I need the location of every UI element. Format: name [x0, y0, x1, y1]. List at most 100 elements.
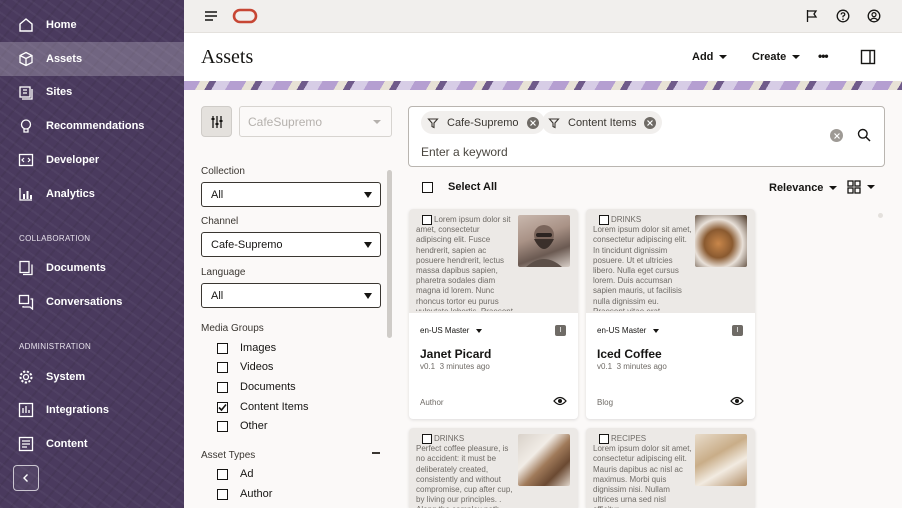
channel-select[interactable]: Cafe-Supremo — [201, 232, 381, 257]
nav-home[interactable]: Home — [0, 8, 184, 42]
card-checkbox[interactable] — [599, 434, 609, 444]
checkbox-label: Videos — [240, 361, 274, 373]
card-excerpt-text: Lorem ipsum dolor sit amet, consectetur … — [416, 215, 513, 311]
card-excerpt-text: Perfect coffee pleasure, is no accident:… — [416, 444, 513, 508]
asset-type-ad[interactable]: Ad — [217, 468, 253, 480]
asset-type-author[interactable]: Author — [217, 488, 272, 500]
status-badge: I — [555, 325, 566, 336]
filter-chip-channel[interactable]: Cafe-Supremo — [421, 111, 545, 134]
nav-assets[interactable]: Assets — [0, 42, 184, 76]
nav-label: Home — [46, 19, 77, 31]
nav-integrations[interactable]: Integrations — [0, 393, 184, 427]
channel-value: Cafe-Supremo — [211, 238, 283, 251]
filter-toggle-button[interactable] — [201, 106, 232, 137]
view-toggle[interactable] — [847, 180, 875, 194]
integrations-icon — [18, 402, 34, 418]
search-icon[interactable] — [857, 128, 871, 145]
asset-card[interactable]: DRINKS Perfect coffee pleasure, is no acc… — [409, 428, 578, 508]
card-checkbox[interactable] — [599, 215, 609, 225]
nav-developer[interactable]: Developer — [0, 143, 184, 177]
card-thumbnail — [695, 215, 747, 267]
card-title[interactable]: Iced Coffee — [597, 347, 662, 361]
repository-value: CafeSupremo — [248, 114, 323, 129]
collection-select[interactable]: All — [201, 182, 381, 207]
checkbox[interactable] — [217, 361, 228, 373]
clear-search-icon[interactable] — [830, 129, 843, 142]
flag-icon[interactable] — [804, 8, 820, 24]
chip-remove-icon[interactable] — [526, 116, 539, 129]
sort-dropdown[interactable]: Relevance — [769, 182, 838, 194]
chip-remove-icon[interactable] — [644, 116, 657, 129]
checkbox[interactable] — [217, 468, 228, 480]
checkbox-label: Ad — [240, 468, 254, 480]
add-button[interactable]: Add — [692, 51, 728, 63]
more-actions-button[interactable]: ••• — [818, 49, 829, 63]
select-all-label: Select All — [448, 181, 498, 193]
hamburger-menu-icon[interactable] — [203, 8, 219, 24]
eye-icon[interactable] — [730, 395, 744, 407]
chevron-down-icon — [373, 120, 381, 124]
document-icon — [18, 260, 34, 276]
filter-scrollbar[interactable] — [387, 170, 392, 338]
eye-icon[interactable] — [553, 395, 567, 407]
create-button[interactable]: Create — [752, 51, 801, 63]
card-time: 3 minutes ago — [439, 362, 490, 371]
nav-label: System — [46, 371, 86, 383]
media-group-images[interactable]: Images — [217, 342, 276, 354]
media-group-content-items[interactable]: Content Items — [217, 401, 308, 413]
nav-content[interactable]: Content — [0, 427, 184, 461]
dropdown-arrow-icon — [364, 192, 372, 198]
asset-card[interactable]: Lorem ipsum dolor sit amet, consectetur … — [409, 209, 578, 419]
keyword-input[interactable] — [421, 145, 821, 159]
filter-funnel-icon — [427, 117, 439, 128]
select-all[interactable]: Select All — [422, 181, 497, 193]
status-badge: I — [732, 325, 743, 336]
checkbox[interactable] — [217, 342, 228, 354]
repository-select[interactable]: CafeSupremo — [239, 106, 392, 137]
card-excerpt: DRINKS Lorem ipsum dolor sit amet, consec… — [593, 215, 693, 311]
chevron-down-icon — [476, 328, 483, 333]
language-value: All — [211, 289, 224, 302]
language-select[interactable]: All — [201, 283, 381, 308]
checkbox[interactable] — [217, 488, 228, 500]
card-preview: DRINKS Lorem ipsum dolor sit amet, consec… — [586, 209, 755, 313]
help-icon[interactable] — [835, 8, 851, 24]
language-dropdown[interactable]: en-US Master — [597, 326, 660, 335]
asset-card[interactable]: DRINKS Lorem ipsum dolor sit amet, consec… — [586, 209, 755, 419]
media-group-documents[interactable]: Documents — [217, 381, 296, 393]
card-checkbox[interactable] — [422, 434, 432, 444]
nav-conversations[interactable]: Conversations — [0, 285, 184, 319]
user-avatar-icon[interactable] — [866, 8, 882, 24]
grid-view-icon — [847, 180, 861, 194]
checkbox-label: Documents — [240, 381, 296, 393]
media-group-other[interactable]: Other — [217, 420, 268, 432]
card-checkbox[interactable] — [422, 215, 432, 225]
sidebar-collapse-button[interactable] — [13, 465, 39, 491]
conversation-icon — [18, 294, 34, 310]
asset-card[interactable]: RECIPES Lorem ipsum dolor sit amet, conse… — [586, 428, 755, 508]
create-button-label: Create — [752, 51, 787, 63]
filter-chip-media[interactable]: Content Items — [542, 111, 663, 134]
nav-analytics[interactable]: Analytics — [0, 177, 184, 211]
card-time: 3 minutes ago — [616, 362, 667, 371]
checkbox[interactable] — [217, 381, 228, 393]
language-dropdown[interactable]: en-US Master — [420, 326, 483, 335]
collapse-minus-icon[interactable] — [372, 452, 380, 454]
card-meta: v0.1 3 minutes ago — [597, 362, 667, 371]
checkbox-checked[interactable] — [217, 401, 228, 413]
card-excerpt-text: Lorem ipsum dolor sit amet, consectetur … — [593, 444, 692, 508]
home-icon — [18, 17, 34, 33]
select-all-checkbox[interactable] — [422, 181, 433, 193]
nav-sites[interactable]: Sites — [0, 75, 184, 109]
chevron-down-icon — [792, 55, 801, 59]
card-title[interactable]: Janet Picard — [420, 347, 491, 361]
card-preview: DRINKS Perfect coffee pleasure, is no acc… — [409, 428, 578, 508]
dropdown-arrow-icon — [364, 242, 372, 248]
nav-system[interactable]: System — [0, 360, 184, 394]
nav-documents[interactable]: Documents — [0, 251, 184, 285]
nav-recommendations[interactable]: Recommendations — [0, 109, 184, 143]
checkbox[interactable] — [217, 420, 228, 432]
card-version: v0.1 — [420, 362, 436, 371]
panel-toggle-icon[interactable] — [860, 49, 876, 65]
media-group-videos[interactable]: Videos — [217, 361, 273, 373]
